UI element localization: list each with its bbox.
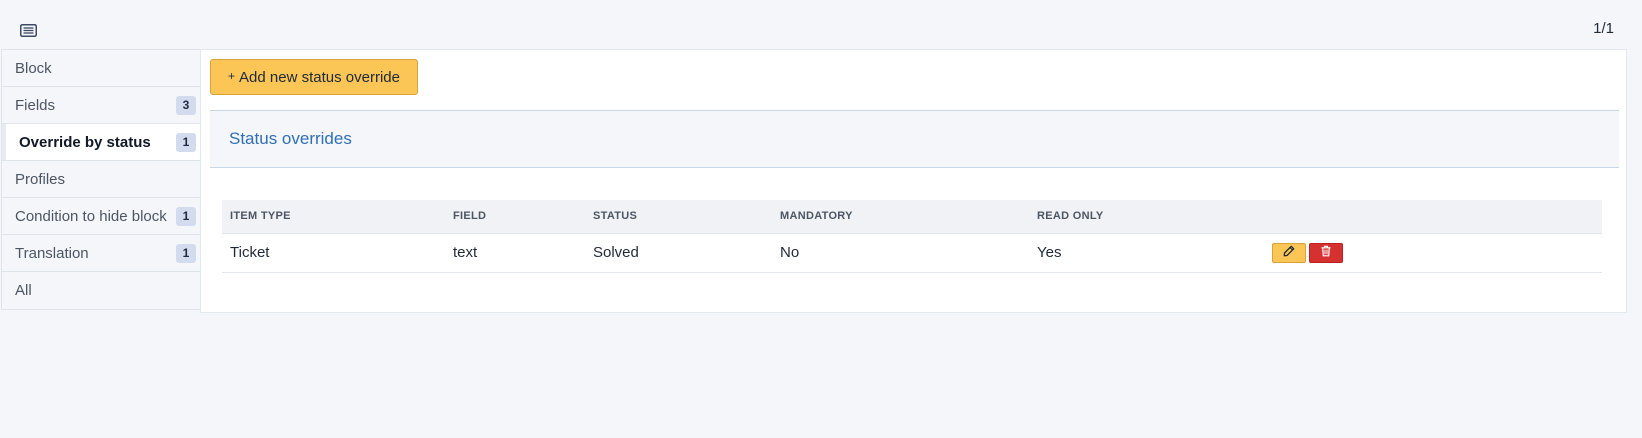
tab-label: Translation (15, 244, 89, 262)
tab-fields[interactable]: Fields 3 (2, 87, 201, 124)
add-status-override-button[interactable]: + Add new status override (210, 59, 418, 95)
tab-label: Override by status (19, 133, 151, 151)
status-overrides-table: ITEM TYPE FIELD STATUS MANDATORY READ ON… (222, 200, 1602, 273)
section-title: Status overrides (229, 129, 352, 148)
tab-label: Block (15, 59, 52, 77)
cell-item-type: Ticket (230, 244, 270, 261)
tab-label: All (15, 282, 32, 299)
plus-icon: + (228, 69, 236, 83)
column-header-read-only[interactable]: READ ONLY (1029, 200, 1264, 234)
cell-mandatory: No (780, 244, 800, 261)
tab-all[interactable]: All (2, 272, 201, 309)
tab-label: Profiles (15, 170, 66, 188)
column-header-status[interactable]: STATUS (585, 200, 772, 234)
cell-field: text (453, 244, 478, 261)
table-row: Ticket text Solved No Yes (222, 233, 1602, 272)
trash-icon (1320, 244, 1332, 261)
tab-condition-to-hide-block[interactable]: Condition to hide block 1 (2, 198, 201, 235)
pencil-icon (1283, 244, 1295, 261)
tab-override-by-status[interactable]: Override by status 1 (2, 124, 201, 161)
list-icon[interactable] (18, 22, 38, 38)
column-header-item-type[interactable]: ITEM TYPE (222, 200, 445, 234)
column-header-field[interactable]: FIELD (445, 200, 585, 234)
tab-block[interactable]: Block (2, 50, 201, 87)
count-badge: 1 (176, 206, 196, 226)
row-actions (1272, 242, 1602, 263)
cell-status: Solved (593, 244, 639, 261)
cell-actions (1264, 233, 1602, 272)
column-header-mandatory[interactable]: MANDATORY (772, 200, 1029, 234)
edit-button[interactable] (1272, 242, 1306, 263)
table-header-row: ITEM TYPE FIELD STATUS MANDATORY READ ON… (222, 200, 1602, 234)
count-badge: 1 (176, 243, 196, 263)
count-badge: 1 (176, 132, 196, 152)
vertical-tabs: Block Fields 3 Override by status 1 Prof… (1, 49, 201, 310)
section-header: Status overrides (210, 110, 1619, 168)
tab-translation[interactable]: Translation 1 (2, 235, 201, 272)
add-button-label: Add new status override (239, 68, 400, 86)
tab-label: Condition to hide block (15, 207, 167, 225)
cell-read-only: Yes (1037, 244, 1062, 261)
tab-label: Fields (15, 96, 56, 114)
pagination-indicator: 1/1 (1593, 20, 1614, 37)
count-badge: 3 (176, 95, 196, 115)
tab-content-panel: + Add new status override Status overrid… (200, 49, 1627, 313)
tab-profiles[interactable]: Profiles (2, 161, 201, 198)
top-toolbar: 1/1 (0, 0, 1642, 50)
column-header-actions (1264, 200, 1602, 234)
delete-button[interactable] (1309, 242, 1343, 263)
